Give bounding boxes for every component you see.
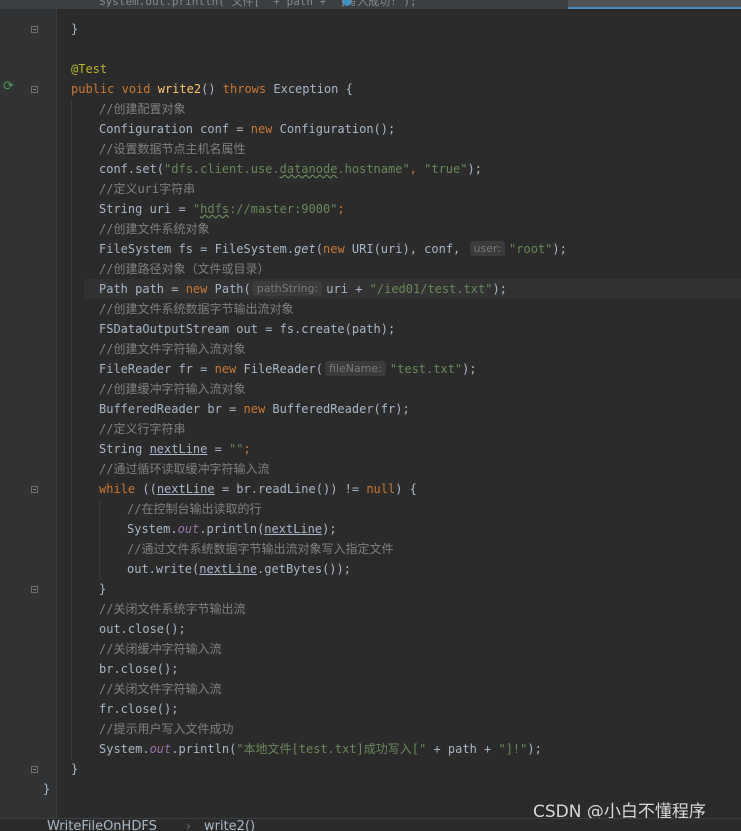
code-line: //创建文件系统对象	[99, 222, 210, 236]
code-line: //创建文件系统数据字节输出流对象	[99, 302, 294, 316]
current-code-line: Path path = new Path(pathString: uri + "/…	[84, 279, 741, 299]
code-line: br.close();	[99, 662, 179, 676]
code-line: }	[71, 22, 79, 36]
fold-marker-icon[interactable]	[31, 26, 38, 33]
code-line: BufferedReader br = new BufferedReader(f…	[99, 402, 410, 416]
fold-marker-icon[interactable]	[31, 86, 38, 93]
code-line: FSDataOutputStream out = fs.create(path)…	[99, 322, 396, 336]
code-line: }	[43, 782, 51, 796]
code-line: //定义uri字符串	[99, 182, 196, 196]
code-line: //定义行字符串	[99, 422, 186, 436]
active-editor-tab[interactable]	[568, 0, 741, 9]
code-line: //通过文件系统数据字节输出流对象写入指定文件	[127, 542, 394, 556]
code-line: public void write2() throws Exception {	[71, 82, 353, 96]
code-line: out.close();	[99, 622, 186, 636]
code-line: //创建缓冲字符输入流对象	[99, 382, 246, 396]
fold-marker-icon[interactable]	[31, 586, 38, 593]
parameter-hint: user:	[469, 241, 506, 256]
parameter-hint: pathString:	[252, 281, 323, 296]
breadcrumb-class[interactable]: WriteFileOnHDFS	[47, 819, 157, 831]
breadcrumb-method[interactable]: write2()	[204, 819, 255, 831]
code-line: conf.set("dfs.client.use.datanode.hostna…	[99, 162, 482, 176]
code-line: System.out.println(nextLine);	[127, 522, 337, 536]
editor-gutter	[0, 0, 57, 830]
code-line: FileSystem fs = FileSystem.get(new URI(u…	[99, 241, 567, 256]
code-line: Configuration conf = new Configuration()…	[99, 122, 396, 136]
code-line: @Test	[71, 62, 108, 76]
code-line: //设置数据节点主机名属性	[99, 142, 246, 156]
run-test-icon[interactable]: ⟳	[3, 80, 17, 94]
code-line: //在控制台输出读取的行	[127, 502, 262, 516]
code-line: }	[99, 582, 107, 596]
fold-marker-icon[interactable]	[31, 766, 38, 773]
code-line: //创建配置对象	[99, 102, 186, 116]
code-line: FileReader fr = new FileReader(fileName:…	[99, 361, 477, 376]
editor-tab-strip: System.out.println("文件[" + path + "]写入成功…	[0, 0, 741, 9]
code-line: String uri = "hdfs://master:9000";	[99, 202, 345, 216]
code-line: //提示用户写入文件成功	[99, 722, 234, 736]
code-line: //创建路径对象（文件或目录）	[99, 262, 270, 276]
code-line: System.out.println("本地文件[test.txt]成功写入["…	[99, 742, 542, 756]
breadcrumb: WriteFileOnHDFS › write2()	[0, 818, 741, 831]
code-line: String nextLine = "";	[99, 442, 251, 456]
code-line: //创建文件字符输入流对象	[99, 342, 246, 356]
code-line: //通过循环读取缓冲字符输入流	[99, 462, 270, 476]
code-line: fr.close();	[99, 702, 179, 716]
code-line: //关闭缓冲字符输入流	[99, 642, 222, 656]
indent-guide	[99, 500, 100, 580]
indent-guide	[71, 100, 72, 760]
fold-marker-icon[interactable]	[31, 486, 38, 493]
scrolled-code-line: System.out.println("文件[" + path + "]写入成功…	[99, 0, 417, 8]
breadcrumb-separator: ›	[186, 819, 192, 831]
code-line: //关闭文件字符输入流	[99, 682, 222, 696]
code-line: while ((nextLine = br.readLine()) != nul…	[99, 482, 417, 496]
code-line: }	[71, 762, 79, 776]
code-line: out.write(nextLine.getBytes());	[127, 562, 351, 576]
parameter-hint: fileName:	[324, 361, 386, 376]
code-line: //关闭文件系统字节输出流	[99, 602, 246, 616]
